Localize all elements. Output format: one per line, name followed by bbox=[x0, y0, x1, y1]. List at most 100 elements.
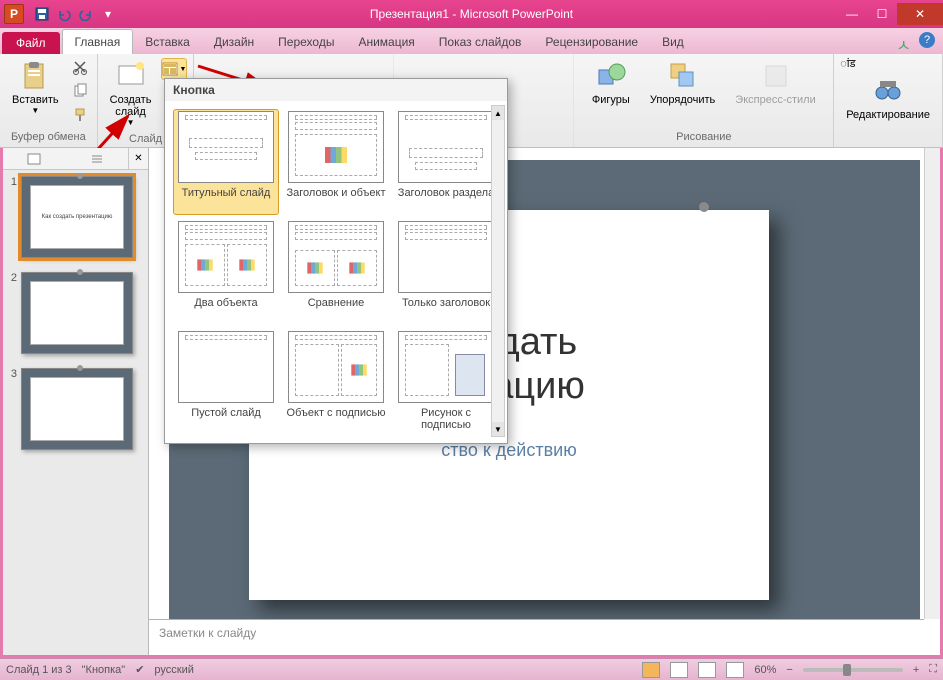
binoculars-icon bbox=[872, 75, 904, 107]
scroll-up-icon[interactable]: ▲ bbox=[492, 106, 504, 120]
vertical-scrollbar[interactable] bbox=[924, 148, 940, 619]
layout-blank[interactable]: Пустой слайд bbox=[173, 329, 279, 435]
layout-icon bbox=[162, 62, 178, 76]
thumbnails-close-icon[interactable]: ✕ bbox=[128, 148, 148, 169]
quick-styles-label: Экспресс-стили bbox=[735, 94, 815, 106]
layout-gallery-popup: Кнопка Титульный слайд Заголовок и объек… bbox=[164, 78, 508, 444]
group-editing: ांड Редактирование bbox=[834, 54, 943, 147]
tab-slideshow[interactable]: Показ слайдов bbox=[427, 30, 534, 54]
thumbnail-2[interactable]: 2 bbox=[7, 272, 144, 354]
tab-animation[interactable]: Анимация bbox=[346, 30, 426, 54]
layout-label: Заголовок раздела bbox=[398, 187, 494, 213]
layout-content-with-caption[interactable]: Объект с подписью bbox=[283, 329, 389, 435]
spellcheck-icon[interactable]: ✔ bbox=[135, 663, 144, 676]
view-normal-icon[interactable] bbox=[642, 662, 660, 678]
qat-customize-icon[interactable]: ▾ bbox=[98, 4, 118, 24]
chevron-down-icon: ▼ bbox=[127, 118, 135, 127]
tab-design[interactable]: Дизайн bbox=[202, 30, 266, 54]
view-sorter-icon[interactable] bbox=[670, 662, 688, 678]
maximize-button[interactable]: ☐ bbox=[867, 3, 897, 25]
thumbnail-number: 1 bbox=[7, 176, 21, 258]
shapes-label: Фигуры bbox=[592, 94, 630, 106]
layout-section-header[interactable]: Заголовок раздела bbox=[393, 109, 499, 215]
thumbnail-1-content: Как создать презентацию bbox=[30, 185, 124, 249]
scroll-down-icon[interactable]: ▼ bbox=[492, 422, 504, 436]
zoom-percent[interactable]: 60% bbox=[754, 664, 776, 676]
group-drawing-label: Рисование bbox=[580, 129, 827, 145]
thumbnail-1[interactable]: 1 Как создать презентацию bbox=[7, 176, 144, 258]
ribbon-minimize-icon[interactable]: ㅅ bbox=[896, 32, 911, 56]
slide-thumbnails-pane: ✕ 1 Как создать презентацию 2 3 bbox=[3, 148, 149, 655]
copy-icon[interactable] bbox=[69, 80, 91, 102]
thumbnails-tab-slides[interactable] bbox=[3, 148, 66, 169]
arrange-icon bbox=[667, 60, 699, 92]
zoom-out-icon[interactable]: − bbox=[786, 664, 792, 676]
shapes-icon bbox=[595, 60, 627, 92]
new-slide-button[interactable]: Создать слайд ▼ bbox=[104, 56, 158, 131]
thumbnails-list[interactable]: 1 Как создать презентацию 2 3 bbox=[3, 170, 148, 655]
slide-layout-button[interactable]: ▼ bbox=[161, 58, 187, 80]
cut-icon[interactable] bbox=[69, 56, 91, 78]
paste-label: Вставить bbox=[12, 94, 59, 106]
fit-to-window-icon[interactable]: ⛶ bbox=[929, 663, 937, 676]
tab-file[interactable]: Файл bbox=[2, 32, 60, 54]
shapes-button[interactable]: Фигуры bbox=[586, 56, 636, 110]
layout-picture-with-caption[interactable]: Рисунок с подписью bbox=[393, 329, 499, 435]
notes-pane[interactable]: Заметки к слайду bbox=[149, 619, 924, 655]
layout-label: Два объекта bbox=[194, 297, 257, 323]
zoom-in-icon[interactable]: + bbox=[913, 664, 919, 676]
group-drawing: Фигуры Упорядочить Экспресс-стили Рисова… bbox=[574, 54, 834, 147]
view-reading-icon[interactable] bbox=[698, 662, 716, 678]
layout-label: Объект с подписью bbox=[287, 407, 386, 433]
save-icon[interactable] bbox=[32, 4, 52, 24]
ribbon-tabs: Файл Главная Вставка Дизайн Переходы Ани… bbox=[0, 28, 943, 54]
layout-label: Пустой слайд bbox=[191, 407, 261, 433]
group-editing-label bbox=[840, 141, 936, 145]
tab-transitions[interactable]: Переходы bbox=[266, 30, 346, 54]
paste-button[interactable]: Вставить ▼ bbox=[6, 56, 65, 119]
undo-icon[interactable] bbox=[54, 4, 74, 24]
layout-two-content[interactable]: Два объекта bbox=[173, 219, 279, 325]
window-title: Презентация1 - Microsoft PowerPoint bbox=[370, 7, 573, 21]
thumbnail-3[interactable]: 3 bbox=[7, 368, 144, 450]
app-icon: P bbox=[4, 4, 24, 24]
layout-comparison[interactable]: Сравнение bbox=[283, 219, 389, 325]
close-button[interactable]: ✕ bbox=[897, 3, 943, 25]
thumbnails-tabs: ✕ bbox=[3, 148, 148, 170]
view-slideshow-icon[interactable] bbox=[726, 662, 744, 678]
new-slide-label: Создать слайд bbox=[110, 94, 152, 118]
layout-title-only[interactable]: Только заголовок bbox=[393, 219, 499, 325]
zoom-slider[interactable] bbox=[803, 668, 903, 672]
quick-styles-button: Экспресс-стили bbox=[729, 56, 821, 110]
tab-review[interactable]: Рецензирование bbox=[533, 30, 650, 54]
format-painter-icon[interactable] bbox=[69, 104, 91, 126]
thumbnail-number: 3 bbox=[7, 368, 21, 450]
chevron-down-icon: ▼ bbox=[179, 66, 186, 73]
minimize-button[interactable]: — bbox=[837, 3, 867, 25]
layout-title-slide[interactable]: Титульный слайд bbox=[173, 109, 279, 215]
status-language[interactable]: русский bbox=[154, 664, 193, 676]
layout-title-and-content[interactable]: Заголовок и объект bbox=[283, 109, 389, 215]
layout-label: Только заголовок bbox=[402, 297, 490, 323]
find-button[interactable]: Редактирование bbox=[840, 71, 936, 125]
tab-home[interactable]: Главная bbox=[62, 29, 134, 54]
arrange-button[interactable]: Упорядочить bbox=[644, 56, 721, 110]
layout-grid: Титульный слайд Заголовок и объект Загол… bbox=[165, 101, 507, 443]
window-controls: — ☐ ✕ bbox=[837, 3, 943, 25]
help-icon[interactable]: ? bbox=[919, 32, 935, 48]
redo-icon[interactable] bbox=[76, 4, 96, 24]
thumbnails-tab-outline[interactable] bbox=[66, 148, 129, 169]
group-clipboard: Вставить ▼ Буфер обмена bbox=[0, 54, 98, 147]
editing-label: Редактирование bbox=[846, 109, 930, 121]
popup-scrollbar[interactable]: ▲ ▼ bbox=[491, 105, 505, 437]
layout-label: Титульный слайд bbox=[182, 187, 271, 213]
title-bar: P ▾ Презентация1 - Microsoft PowerPoint … bbox=[0, 0, 943, 28]
arrange-label: Упорядочить bbox=[650, 94, 715, 106]
tab-view[interactable]: Вид bbox=[650, 30, 696, 54]
quick-styles-icon bbox=[760, 60, 792, 92]
status-bar: Слайд 1 из 3 "Кнопка" ✔ русский 60% − + … bbox=[0, 658, 943, 680]
layout-label: Заголовок и объект bbox=[287, 187, 386, 213]
tab-insert[interactable]: Вставка bbox=[133, 30, 202, 54]
layout-label: Рисунок с подписью bbox=[395, 407, 497, 433]
layout-label: Сравнение bbox=[308, 297, 365, 323]
